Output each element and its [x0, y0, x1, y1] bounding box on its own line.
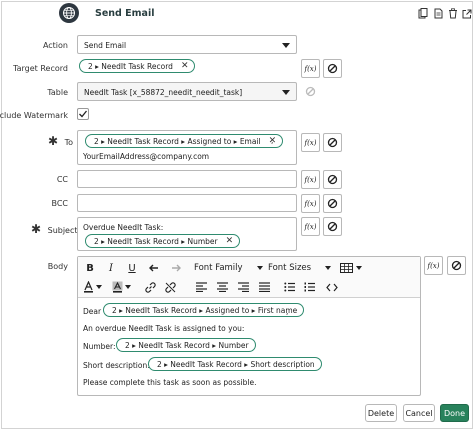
- chevron-down-icon: [96, 285, 102, 289]
- cc-label: CC: [56, 175, 68, 184]
- required-icon: ✱: [31, 222, 42, 236]
- bcc-label: BCC: [51, 199, 68, 208]
- bullet-list-icon[interactable]: [283, 281, 295, 293]
- data-pill-icon: [327, 63, 338, 74]
- chevron-down-icon: [125, 285, 131, 289]
- data-pill-icon: [327, 198, 338, 209]
- data-pill-icon: [327, 174, 338, 185]
- to-formula-button[interactable]: f(x): [301, 133, 320, 152]
- table-value: NeedIt Task [x_58872_needit_needit_task]: [84, 88, 243, 97]
- to-extra-address: YourEmailAddress@company.com: [83, 152, 210, 161]
- delete-button[interactable]: Delete: [365, 404, 397, 422]
- subject-label-wrap: ✱ Subject: [31, 222, 78, 236]
- body-pill-picker-button[interactable]: [447, 256, 466, 275]
- checkmark-icon: [79, 110, 88, 118]
- unlink-icon[interactable]: [164, 281, 176, 293]
- italic-button[interactable]: I: [105, 262, 117, 274]
- table-label: Table: [47, 88, 68, 97]
- align-center-icon[interactable]: [216, 281, 228, 293]
- body-closing: Please complete this task as soon as pos…: [83, 378, 257, 387]
- subject-field[interactable]: Overdue NeedIt Task: 2 ▸ NeedIt Task Rec…: [77, 217, 297, 251]
- action-label: Action: [42, 41, 68, 50]
- font-color-icon: [84, 281, 93, 293]
- include-watermark-label: Include Watermark: [0, 111, 68, 120]
- underline-button[interactable]: U: [126, 262, 138, 274]
- body-line-2: An overdue NeedIt Task is assigned to yo…: [83, 324, 245, 333]
- trash-icon[interactable]: [447, 8, 458, 19]
- action-value: Send Email: [84, 41, 127, 50]
- target-record-pill[interactable]: 2 ▸ NeedIt Task Record ✕: [79, 59, 196, 73]
- bold-button[interactable]: B: [84, 262, 96, 274]
- to-field[interactable]: 2 ▸ NeedIt Task Record ▸ Assigned to ▸ E…: [77, 130, 297, 165]
- cc-pill-picker-button[interactable]: [323, 170, 342, 189]
- table-select[interactable]: NeedIt Task [x_58872_needit_needit_task]: [77, 82, 297, 101]
- body-dear: Dear: [83, 307, 102, 316]
- link-icon[interactable]: [144, 281, 156, 293]
- subject-label: Subject: [47, 226, 78, 235]
- align-left-icon[interactable]: [195, 281, 207, 293]
- body-editor[interactable]: B I U Font Family Font Sizes Dear 2 ▸ Ne…: [77, 256, 421, 396]
- bcc-formula-button[interactable]: f(x): [301, 194, 320, 213]
- target-formula-button[interactable]: f(x): [301, 59, 320, 78]
- target-record-label: Target Record: [13, 64, 68, 73]
- target-pill-picker-button[interactable]: [323, 59, 342, 78]
- undo-icon[interactable]: [148, 262, 160, 274]
- to-label: To: [64, 138, 74, 147]
- data-pill-icon: [451, 260, 462, 271]
- body-formula-button[interactable]: f(x): [424, 256, 443, 275]
- data-pill-icon: [327, 221, 338, 232]
- body-short-description-pill[interactable]: 2 ▸ NeedIt Task Record ▸ Short descripti…: [148, 357, 322, 371]
- body-number-label: Number:: [83, 342, 116, 351]
- font-sizes-dropdown[interactable]: Font Sizes: [268, 261, 332, 275]
- chevron-down-icon: [325, 266, 332, 270]
- dialog-title: Send Email: [95, 8, 155, 19]
- to-pill[interactable]: 2 ▸ NeedIt Task Record ▸ Assigned to ▸ E…: [85, 134, 284, 148]
- bcc-input[interactable]: [77, 194, 297, 212]
- cc-formula-button[interactable]: f(x): [301, 170, 320, 189]
- include-watermark-checkbox[interactable]: [77, 108, 89, 120]
- body-label: Body: [47, 262, 68, 271]
- subject-text: Overdue NeedIt Task:: [83, 223, 164, 232]
- done-button[interactable]: Done: [440, 404, 469, 422]
- table-icon: [340, 263, 353, 273]
- chevron-down-icon: [256, 266, 263, 270]
- data-pill-icon: [327, 137, 338, 148]
- numbered-list-icon[interactable]: [303, 281, 315, 293]
- open-external-icon[interactable]: [461, 8, 472, 19]
- to-pill-picker-button[interactable]: [323, 133, 342, 152]
- to-comma: ,: [271, 136, 274, 145]
- font-family-dropdown[interactable]: Font Family: [194, 261, 263, 275]
- data-pill-disabled-icon: [305, 86, 316, 97]
- bcc-pill-picker-button[interactable]: [323, 194, 342, 213]
- close-icon[interactable]: ✕: [181, 61, 189, 71]
- redo-icon[interactable]: [170, 262, 182, 274]
- subject-pill[interactable]: 2 ▸ NeedIt Task Record ▸ Number ✕: [85, 234, 241, 248]
- font-color-button[interactable]: [83, 280, 102, 294]
- body-first-name-pill[interactable]: 2 ▸ NeedIt Task Record ▸ Assigned to ▸ F…: [103, 303, 305, 317]
- subject-formula-button[interactable]: f(x): [301, 217, 320, 236]
- body-number-pill[interactable]: 2 ▸ NeedIt Task Record ▸ Number: [116, 338, 256, 352]
- cc-input[interactable]: [77, 170, 297, 188]
- chevron-down-icon: [282, 43, 290, 48]
- chevron-down-icon: [282, 90, 290, 95]
- body-dear-comma: ,: [286, 307, 289, 316]
- source-code-icon[interactable]: [325, 280, 339, 294]
- align-right-icon[interactable]: [237, 281, 249, 293]
- body-short-label: Short description:: [83, 361, 150, 370]
- required-icon: ✱: [48, 134, 59, 148]
- background-color-button[interactable]: [112, 280, 131, 294]
- globe-icon: [59, 3, 79, 23]
- close-icon[interactable]: ✕: [226, 236, 234, 246]
- attachment-icon[interactable]: [417, 8, 428, 19]
- background-color-icon: [112, 281, 123, 293]
- editor-toolbar: B I U Font Family Font Sizes: [78, 257, 420, 298]
- cancel-button[interactable]: Cancel: [403, 404, 435, 422]
- table-insert-button[interactable]: [340, 261, 362, 275]
- to-label-wrap: ✱ To: [48, 134, 73, 148]
- chevron-down-icon: [356, 266, 362, 270]
- action-select[interactable]: Send Email: [77, 35, 297, 54]
- align-justify-icon[interactable]: [258, 281, 270, 293]
- copy-icon[interactable]: [432, 8, 443, 19]
- subject-pill-picker-button[interactable]: [323, 217, 342, 236]
